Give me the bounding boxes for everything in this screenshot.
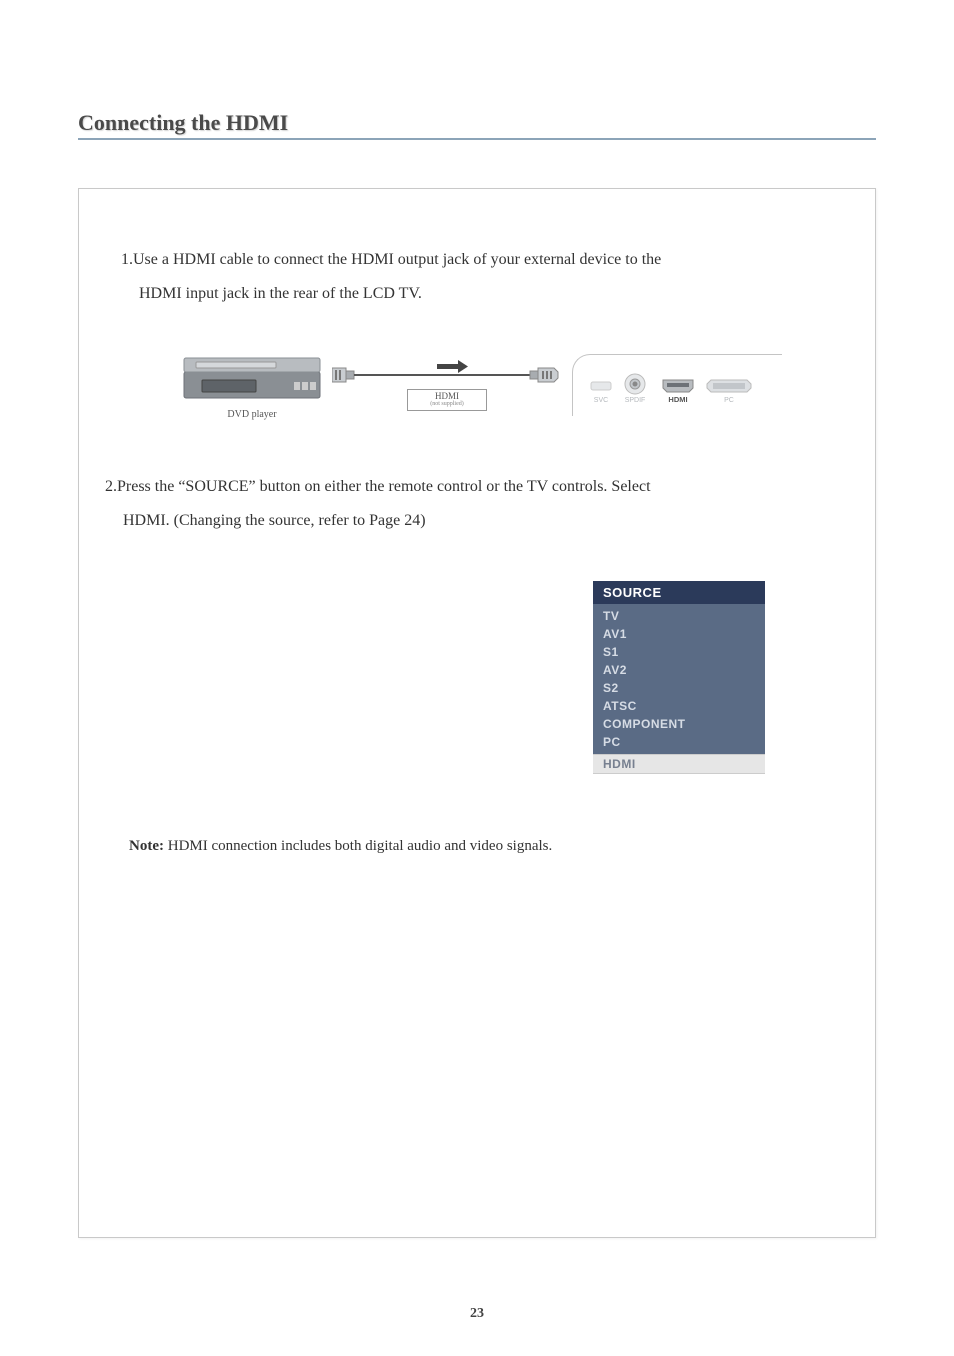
- cable-sublabel: (not supplied): [408, 401, 486, 408]
- tv-ports-graphic: SVC SPDIF HDMI PC: [572, 354, 782, 416]
- content-box: 1.Use a HDMI cable to connect the HDMI o…: [78, 188, 876, 1238]
- note-label: Note:: [129, 838, 164, 854]
- port-label-hdmi: HDMI: [668, 395, 687, 404]
- page-heading: Connecting the HDMI: [78, 110, 876, 140]
- port-label-pc: PC: [724, 397, 734, 404]
- ports-icon: SVC SPDIF HDMI PC: [585, 370, 775, 410]
- source-menu-body: TV AV1 S1 AV2 S2 ATSC COMPONENT PC: [593, 604, 765, 754]
- hdmi-cable-icon: [332, 360, 562, 390]
- step2-text1: 2.Press the “SOURCE” button on either th…: [105, 478, 651, 495]
- step-1: 1.Use a HDMI cable to connect the HDMI o…: [103, 243, 851, 310]
- cable-label-box: HDMI (not supplied): [407, 389, 487, 411]
- note-body: HDMI connection includes both digital au…: [164, 838, 552, 854]
- dvd-player-graphic: DVD player: [182, 350, 322, 420]
- step1-text2: HDMI input jack in the rear of the LCD T…: [121, 277, 845, 311]
- step1-text1: 1.Use a HDMI cable to connect the HDMI o…: [121, 251, 661, 268]
- hdmi-cable-graphic: HDMI (not supplied): [332, 360, 562, 411]
- source-item-hdmi-selected: HDMI: [593, 754, 765, 774]
- page-number: 23: [0, 1306, 954, 1322]
- dvd-label: DVD player: [182, 409, 322, 420]
- step-2: 2.Press the “SOURCE” button on either th…: [103, 470, 851, 537]
- source-menu-header: SOURCE: [593, 581, 765, 604]
- source-item-pc: PC: [593, 733, 765, 751]
- note: Note: HDMI connection includes both digi…: [103, 838, 851, 855]
- cable-label: HDMI: [408, 391, 486, 402]
- source-item-component: COMPONENT: [593, 715, 765, 733]
- port-label-spdif: SPDIF: [625, 397, 646, 404]
- source-item-av2: AV2: [593, 661, 765, 679]
- step2-text2: HDMI. (Changing the source, refer to Pag…: [105, 504, 851, 538]
- port-label-svc: SVC: [594, 397, 608, 404]
- source-item-tv: TV: [593, 607, 765, 625]
- source-menu: SOURCE TV AV1 S1 AV2 S2 ATSC COMPONENT P…: [593, 581, 765, 774]
- dvd-player-icon: [182, 350, 322, 400]
- source-item-s2: S2: [593, 679, 765, 697]
- source-item-s1: S1: [593, 643, 765, 661]
- connection-diagram: DVD player: [103, 350, 851, 420]
- source-item-atsc: ATSC: [593, 697, 765, 715]
- source-item-av1: AV1: [593, 625, 765, 643]
